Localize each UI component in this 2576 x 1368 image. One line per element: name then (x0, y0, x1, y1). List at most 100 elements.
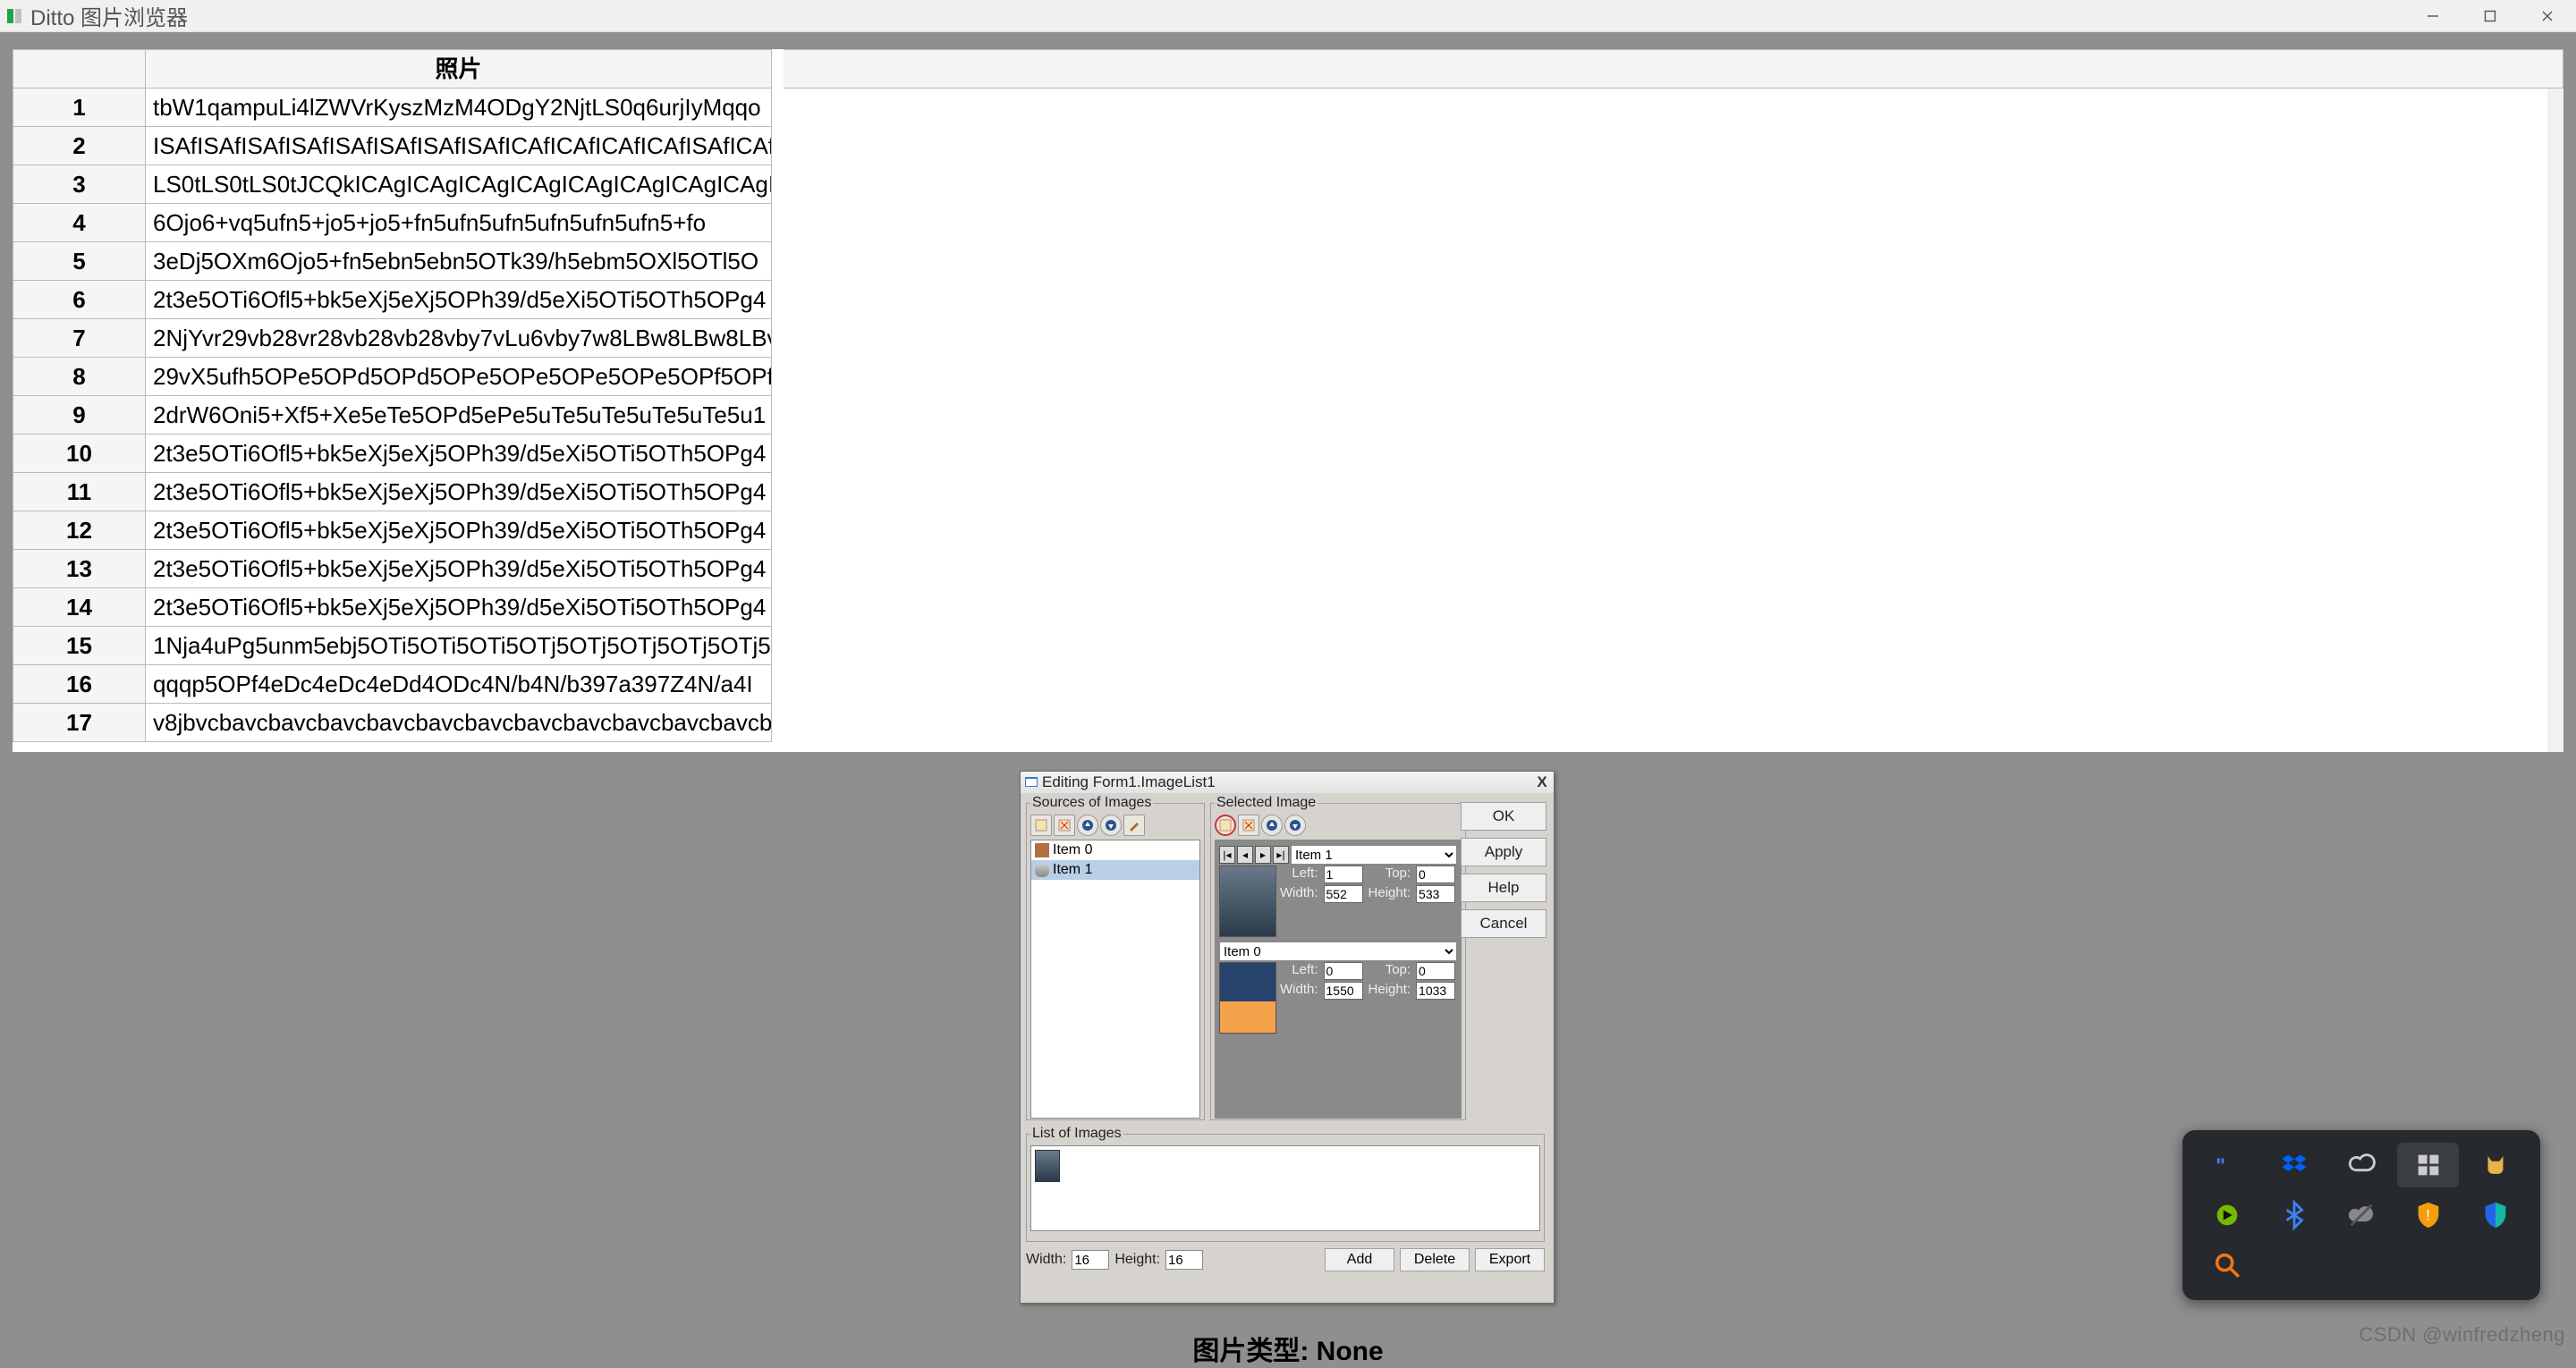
cancel-button[interactable]: Cancel (1461, 909, 1546, 938)
tray-search-icon[interactable] (2197, 1243, 2258, 1288)
row-header[interactable]: 4 (13, 204, 146, 242)
grid-cell[interactable]: 6Ojo6+vq5ufn5+jo5+jo5+fn5ufn5ufn5ufn5ufn… (146, 204, 772, 242)
remove-selected-icon[interactable] (1238, 815, 1259, 836)
grid-cell[interactable]: 2NjYvr29vb28vr28vb28vb28vby7vLu6vby7w8LB… (146, 319, 772, 358)
ok-button[interactable]: OK (1461, 802, 1546, 831)
tray-dropbox-icon[interactable] (2264, 1143, 2326, 1187)
grid-cell[interactable]: qqqp5OPf4eDc4eDc4eDd4ODc4N/b4N/b397a397Z… (146, 665, 772, 704)
tray-shield-warning-icon[interactable]: ! (2397, 1193, 2459, 1237)
vertical-scrollbar[interactable] (2547, 89, 2563, 752)
brush-icon[interactable] (1123, 815, 1145, 836)
grid-cell[interactable]: 2t3e5OTi6Ofl5+bk5eXj5eXj5OPh39/d5eXi5OTi… (146, 281, 772, 319)
grid-header-extension (784, 49, 2563, 89)
selected-name-2[interactable]: Item 0 (1219, 942, 1457, 961)
tray-security-icon[interactable] (2464, 1193, 2526, 1237)
first-icon[interactable]: |◂ (1219, 846, 1235, 864)
thumb-2[interactable] (1219, 962, 1276, 1034)
row-header[interactable]: 5 (13, 242, 146, 281)
delete-button[interactable]: Delete (1400, 1248, 1470, 1271)
row-header[interactable]: 15 (13, 627, 146, 665)
grid-cell[interactable]: ISAfISAfISAfISAfISAfISAfISAfISAfICAfICAf… (146, 127, 772, 165)
row-header[interactable]: 17 (13, 704, 146, 742)
row-header[interactable]: 10 (13, 435, 146, 473)
row-header[interactable]: 16 (13, 665, 146, 704)
dialog-close-button[interactable]: X (1534, 773, 1550, 791)
list-group: List of Images (1026, 1126, 1545, 1242)
width-input-1[interactable] (1324, 885, 1363, 903)
grid-cell[interactable]: 2drW6Oni5+Xf5+Xe5eTe5OPd5ePe5uTe5uTe5uTe… (146, 396, 772, 435)
grid-cell[interactable]: 2t3e5OTi6Ofl5+bk5eXj5eXj5OPh39/d5eXi5OTi… (146, 473, 772, 511)
bottom-width-input[interactable] (1072, 1250, 1109, 1270)
row-header[interactable]: 1 (13, 89, 146, 127)
sources-list[interactable]: Item 0 Item 1 (1030, 840, 1200, 1119)
tray-nvidia-icon[interactable] (2197, 1193, 2258, 1237)
selected-name-1[interactable]: Item 1 (1291, 845, 1457, 865)
grid-cell[interactable]: 3eDj5OXm6Ojo5+fn5ebn5ebn5OTk39/h5ebm5OXl… (146, 242, 772, 281)
delete-source-icon[interactable] (1054, 815, 1075, 836)
data-grid[interactable]: 照片 1tbW1qampuLi4lZWVrKyszMzM4ODgY2NjtLS0… (13, 49, 2563, 752)
left-input-2[interactable] (1324, 962, 1363, 980)
grid-cell[interactable]: 2t3e5OTi6Ofl5+bk5eXj5eXj5OPh39/d5eXi5OTi… (146, 550, 772, 588)
row-header[interactable]: 14 (13, 588, 146, 627)
row-header[interactable]: 2 (13, 127, 146, 165)
system-tray-popup[interactable]: " ! (2182, 1130, 2540, 1300)
close-button[interactable] (2519, 0, 2576, 32)
tray-cat-icon[interactable] (2464, 1143, 2526, 1187)
add-selected-icon[interactable] (1215, 815, 1236, 836)
move-down-icon[interactable] (1100, 815, 1122, 836)
grid-cell[interactable]: tbW1qampuLi4lZWVrKyszMzM4ODgY2NjtLS0q6ur… (146, 89, 772, 127)
row-header[interactable]: 11 (13, 473, 146, 511)
image-type-value: None (1317, 1337, 1384, 1366)
apply-button[interactable]: Apply (1461, 838, 1546, 866)
grid-corner[interactable] (13, 50, 146, 89)
row-header[interactable]: 9 (13, 396, 146, 435)
row-header[interactable]: 3 (13, 165, 146, 204)
tray-quote-icon[interactable]: " (2197, 1143, 2258, 1187)
bottom-height-input[interactable] (1165, 1250, 1203, 1270)
image-list[interactable] (1030, 1145, 1540, 1231)
export-button[interactable]: Export (1475, 1248, 1545, 1271)
selected-up-icon[interactable] (1261, 815, 1283, 836)
top-input-1[interactable] (1416, 866, 1455, 883)
left-input-1[interactable] (1324, 866, 1363, 883)
list-thumb-0[interactable] (1035, 1150, 1060, 1182)
height-input-2[interactable] (1416, 982, 1455, 1000)
grid-cell[interactable]: 1Nja4uPg5unm5ebj5OTi5OTi5OTi5OTj5OTj5OTj… (146, 627, 772, 665)
tray-grid-icon[interactable] (2397, 1143, 2459, 1187)
grid-cell[interactable]: 2t3e5OTi6Ofl5+bk5eXj5eXj5OPh39/d5eXi5OTi… (146, 588, 772, 627)
last-icon[interactable]: ▸| (1273, 846, 1289, 864)
tray-bluetooth-icon[interactable] (2264, 1193, 2326, 1237)
selected-group: Selected Image |◂ ◂ ▸ ▸| (1210, 795, 1466, 1120)
tray-creative-cloud-icon[interactable] (2331, 1143, 2393, 1187)
add-button[interactable]: Add (1325, 1248, 1394, 1271)
prev-icon[interactable]: ◂ (1237, 846, 1253, 864)
grid-cell[interactable]: 2t3e5OTi6Ofl5+bk5eXj5eXj5OPh39/d5eXi5OTi… (146, 435, 772, 473)
source-item-0[interactable]: Item 0 (1031, 840, 1199, 860)
grid-cell[interactable]: 29vX5ufh5OPe5OPd5OPd5OPe5OPe5OPe5OPe5OPf… (146, 358, 772, 396)
minimize-button[interactable] (2404, 0, 2462, 32)
width-input-2[interactable] (1324, 982, 1363, 1000)
row-header[interactable]: 6 (13, 281, 146, 319)
grid-cell[interactable]: LS0tLS0tLS0tJCQkICAgICAgICAgICAgICAgICAg… (146, 165, 772, 204)
column-header-photo[interactable]: 照片 (146, 50, 772, 89)
top-input-2[interactable] (1416, 962, 1455, 980)
height-input-1[interactable] (1416, 885, 1455, 903)
new-source-icon[interactable] (1030, 815, 1052, 836)
next-icon[interactable]: ▸ (1255, 846, 1271, 864)
help-button[interactable]: Help (1461, 874, 1546, 902)
svg-text:": " (2216, 1154, 2226, 1178)
move-up-icon[interactable] (1077, 815, 1098, 836)
grid-cell[interactable]: 2t3e5OTi6Ofl5+bk5eXj5eXj5OPh39/d5eXi5OTi… (146, 511, 772, 550)
selected-down-icon[interactable] (1284, 815, 1306, 836)
row-header[interactable]: 13 (13, 550, 146, 588)
bottom-height-label: Height: (1114, 1252, 1160, 1268)
tray-cloud-off-icon[interactable] (2331, 1193, 2393, 1237)
row-header[interactable]: 12 (13, 511, 146, 550)
source-item-1[interactable]: Item 1 (1031, 860, 1199, 880)
grid-cell[interactable]: v8jbvcbavcbavcbavcbavcbavcbavcbavcbavcba… (146, 704, 772, 742)
row-header[interactable]: 7 (13, 319, 146, 358)
height-label: Height: (1368, 885, 1413, 903)
maximize-button[interactable] (2462, 0, 2519, 32)
row-header[interactable]: 8 (13, 358, 146, 396)
thumb-1[interactable] (1219, 866, 1276, 937)
